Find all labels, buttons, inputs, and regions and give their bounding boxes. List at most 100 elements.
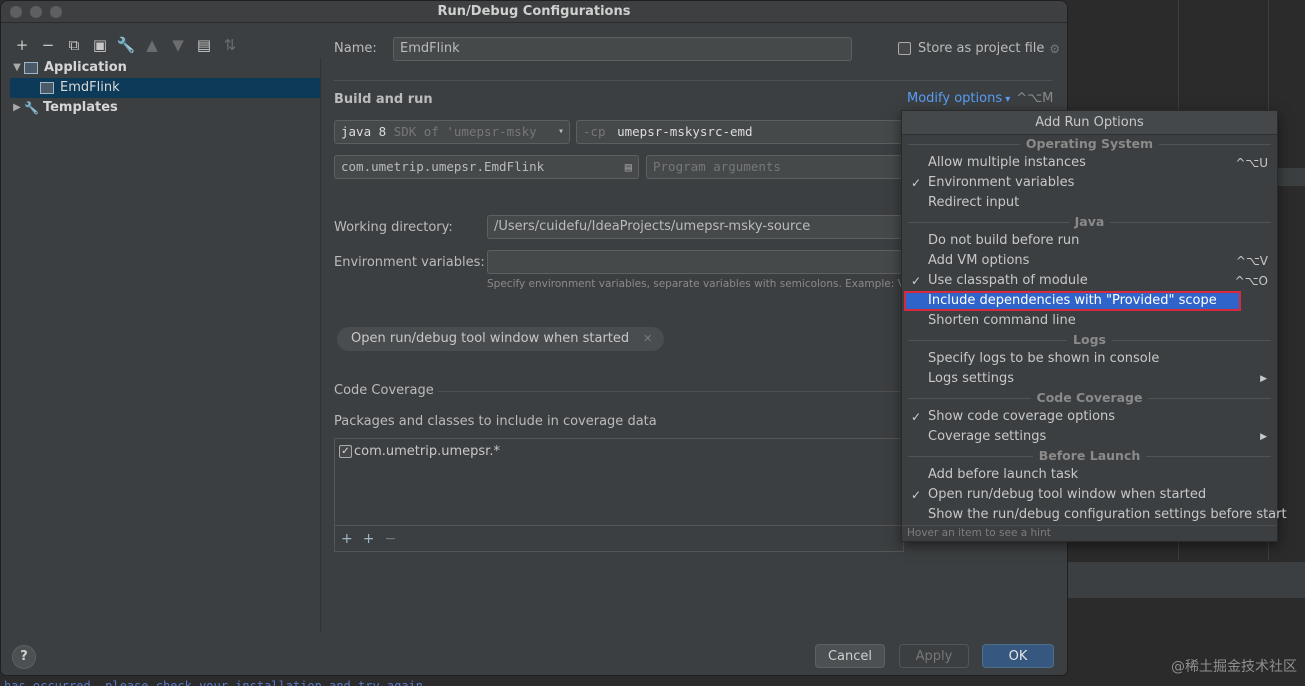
cancel-button[interactable]: Cancel (815, 644, 885, 668)
option-environment-variables[interactable]: ✓ Environment variables (902, 173, 1277, 193)
main-class-value: com.umetrip.umepsr.EmdFlink (341, 159, 545, 174)
wrench-icon[interactable]: 🔧 (113, 33, 139, 57)
add-package-icon[interactable]: + (363, 531, 375, 547)
option-show-settings-before-start[interactable]: Show the run/debug configuration setting… (902, 505, 1287, 525)
help-button[interactable]: ? (12, 645, 36, 669)
shortcut: ^⌥V (1235, 254, 1268, 268)
checkmark-icon: ✓ (911, 176, 922, 190)
chevron-right-icon: ▶ (1260, 432, 1267, 442)
tree-item-label: Templates (42, 100, 118, 115)
env-label: Environment variables: (334, 255, 485, 270)
tree-item-application[interactable]: ▼ Application (10, 58, 320, 78)
option-redirect-input[interactable]: Redirect input (902, 193, 1277, 213)
env-hint: Specify environment variables, separate … (487, 278, 902, 290)
ide-panel-strip (1278, 168, 1305, 186)
coverage-checkbox[interactable]: ✓ (339, 445, 352, 458)
main-class-field[interactable]: com.umetrip.umepsr.EmdFlink ▤ (334, 155, 639, 179)
store-project-file[interactable]: Store as project file ⚙ (898, 41, 1060, 56)
chip-label: Open run/debug tool window when started (351, 331, 630, 346)
tree-item-templates[interactable]: ▶ 🔧 Templates (10, 98, 320, 118)
name-field[interactable]: EmdFlink (393, 37, 852, 61)
option-do-not-build[interactable]: Do not build before run (902, 231, 1277, 251)
minimize-window-button[interactable] (30, 6, 42, 18)
watermark: @稀土掘金技术社区 (1171, 659, 1297, 675)
close-icon[interactable]: ✕ (643, 327, 652, 351)
remove-icon[interactable]: − (35, 33, 61, 57)
checkmark-icon: ✓ (911, 274, 922, 288)
checkmark-icon: ✓ (911, 410, 922, 424)
modify-options-link[interactable]: Modify options ▾ ^⌥M (907, 91, 1053, 106)
console-output: has occurred, please check your installa… (0, 676, 1305, 686)
option-open-tool-window[interactable]: ✓ Open run/debug tool window when starte… (902, 485, 1277, 505)
chevron-right-icon[interactable]: ▶ (10, 98, 24, 118)
cp-prefix: -cp (583, 124, 606, 139)
sort-icon[interactable]: ⇅ (217, 33, 243, 57)
copy-icon[interactable]: ⧉ (61, 33, 87, 57)
application-icon (40, 82, 54, 94)
save-icon[interactable]: ▣ (87, 33, 113, 57)
option-coverage-settings[interactable]: Coverage settings ▶ (902, 427, 1277, 447)
group-operating-system: Operating System (902, 135, 1277, 153)
folder-icon[interactable]: ▤ (191, 33, 217, 57)
option-add-before-launch[interactable]: Add before launch task (902, 465, 1277, 485)
window-title: Run/Debug Configurations (437, 4, 631, 19)
ok-button[interactable]: OK (982, 644, 1054, 668)
gear-icon[interactable]: ⚙ (1049, 42, 1060, 56)
add-icon[interactable]: + (9, 33, 35, 57)
title-bar: Run/Debug Configurations (1, 1, 1067, 23)
workdir-field[interactable]: /Users/cuidefu/IdeaProjects/umepsr-msky-… (487, 215, 902, 239)
name-label: Name: (334, 41, 377, 56)
config-toolbar: + − ⧉ ▣ 🔧 ▲ ▼ ▤ ⇅ (9, 33, 243, 57)
window-controls (10, 6, 62, 18)
add-run-options-popup: Add Run Options Operating System Allow m… (901, 110, 1287, 542)
wrench-icon: 🔧 (24, 101, 39, 115)
config-tree: ▼ Application EmdFlink ▶ 🔧 Templates (10, 58, 321, 632)
group-code-coverage: Code Coverage (902, 389, 1277, 407)
move-down-icon[interactable]: ▼ (165, 33, 191, 57)
group-before-launch: Before Launch (902, 447, 1277, 465)
option-logs-settings[interactable]: Logs settings ▶ (902, 369, 1277, 389)
modify-shortcut: ^⌥M (1016, 91, 1054, 106)
checkmark-icon: ✓ (911, 488, 922, 502)
option-shorten-command-line[interactable]: Shorten command line (902, 311, 1277, 331)
chevron-down-icon: ▾ (1002, 94, 1011, 105)
chevron-right-icon: ▶ (1260, 374, 1267, 384)
move-up-icon[interactable]: ▲ (139, 33, 165, 57)
option-allow-multiple-instances[interactable]: Allow multiple instances ^⌥U (902, 153, 1277, 173)
apply-button[interactable]: Apply (899, 644, 969, 668)
option-include-provided-scope[interactable]: Include dependencies with "Provided" sco… (904, 291, 1241, 311)
jdk-name: java 8 (341, 124, 387, 139)
add-class-icon[interactable]: + (341, 531, 353, 547)
shortcut: ^⌥O (1234, 274, 1268, 288)
coverage-pattern: com.umetrip.umepsr.* (354, 444, 500, 459)
option-specify-logs[interactable]: Specify logs to be shown in console (902, 349, 1277, 369)
packages-label: Packages and classes to include in cover… (334, 414, 657, 429)
group-java: Java (902, 213, 1277, 231)
list-item[interactable]: ✓ com.umetrip.umepsr.* (339, 444, 500, 459)
build-run-heading: Build and run (334, 92, 433, 107)
classpath-select[interactable]: -cp umepsr-mskysrc-emd (576, 120, 902, 144)
shortcut: ^⌥U (1235, 156, 1268, 170)
group-logs: Logs (902, 331, 1277, 349)
env-field[interactable] (487, 250, 902, 274)
tree-item-label: Application (44, 60, 127, 75)
chevron-down-icon[interactable]: ▼ (10, 58, 24, 78)
remove-icon[interactable]: − (384, 531, 396, 547)
open-tool-window-chip[interactable]: Open run/debug tool window when started … (337, 327, 665, 351)
close-window-button[interactable] (10, 6, 22, 18)
tree-item-emdflink[interactable]: EmdFlink (10, 78, 320, 98)
store-label: Store as project file (918, 41, 1045, 56)
option-use-classpath[interactable]: ✓ Use classpath of module ^⌥O (902, 271, 1277, 291)
zoom-window-button[interactable] (50, 6, 62, 18)
browse-icon[interactable]: ▤ (625, 156, 632, 178)
option-add-vm-options[interactable]: Add VM options ^⌥V (902, 251, 1277, 271)
jdk-select[interactable]: java 8 SDK of 'umepsr-msky ▾ (334, 120, 570, 144)
workdir-label: Working directory: (334, 220, 453, 235)
chevron-down-icon: ▾ (557, 126, 564, 137)
cp-module: umepsr-mskysrc-emd (617, 124, 753, 139)
store-checkbox[interactable] (898, 42, 911, 55)
program-arguments-field[interactable]: Program arguments (646, 155, 902, 179)
option-show-coverage[interactable]: ✓ Show code coverage options (902, 407, 1277, 427)
coverage-list-toolbar: + + − (335, 525, 903, 551)
jdk-detail: SDK of 'umepsr-msky (393, 124, 537, 139)
